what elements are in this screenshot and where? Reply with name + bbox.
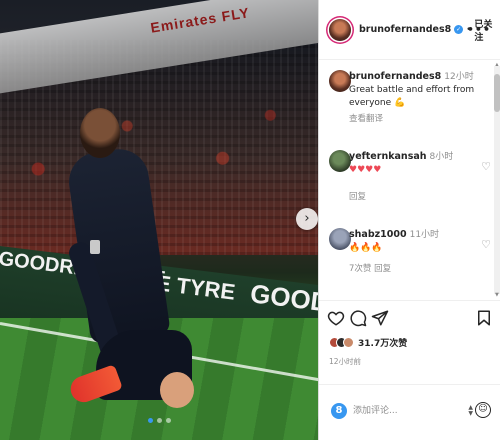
- post-actions: [319, 300, 500, 334]
- player-knee: [160, 372, 194, 408]
- heart-icon[interactable]: ♡: [481, 238, 491, 251]
- comments-scrollbar[interactable]: [494, 66, 500, 294]
- carousel-indicator: [148, 418, 171, 423]
- avatar: [343, 337, 354, 348]
- heart-icon[interactable]: ♡: [481, 160, 491, 173]
- comment-time: 11小时: [409, 230, 440, 240]
- verified-badge-icon: ✓: [454, 25, 464, 34]
- likes-count[interactable]: 31.7万次赞: [358, 336, 407, 349]
- comment-time: 12小时: [444, 72, 474, 82]
- comment-username[interactable]: shabz1000: [349, 229, 407, 240]
- comment-username[interactable]: brunofernandes8: [349, 71, 441, 82]
- post-timestamp: 12小时前: [329, 357, 362, 366]
- comment-time: 8小时: [429, 152, 454, 162]
- scrollbar-thumb[interactable]: [494, 74, 500, 112]
- avatar[interactable]: [329, 150, 351, 172]
- post-header: brunofernandes8 ✓ • 已关注 •••: [319, 0, 500, 60]
- scroll-down-icon[interactable]: ▼: [495, 292, 499, 298]
- likes-summary[interactable]: 31.7万次赞: [329, 336, 407, 349]
- comment-username[interactable]: yefternkansah: [349, 151, 427, 162]
- emoji-icon[interactable]: ☺: [475, 402, 491, 418]
- carousel-dot: [166, 418, 171, 423]
- bookmark-icon[interactable]: [475, 309, 493, 327]
- avatar[interactable]: [329, 18, 351, 41]
- reply-link[interactable]: 7次赞 回复: [349, 263, 477, 276]
- heart-icon[interactable]: [327, 309, 345, 327]
- sticker-icon[interactable]: 8: [331, 403, 347, 419]
- reply-link[interactable]: 回复: [349, 191, 477, 204]
- add-comment-bar: 8 ▲▼ ☺: [319, 384, 500, 440]
- more-horizontal-icon[interactable]: •••: [467, 23, 491, 36]
- translate-link[interactable]: 查看翻译: [349, 113, 477, 126]
- post-photo[interactable]: Emirates FLY GOODRIDE TYRE DE TYRE GOODR…: [0, 0, 318, 440]
- carousel-dot: [148, 418, 153, 423]
- comment-text: Great battle and effort from everyone 💪: [349, 85, 475, 108]
- carousel-dot: [157, 418, 162, 423]
- header-username[interactable]: brunofernandes8: [359, 24, 451, 35]
- avatar[interactable]: [329, 228, 351, 250]
- avatar[interactable]: [329, 70, 351, 92]
- comment-text: ♥♥♥♥: [349, 165, 382, 175]
- comment-text: 🔥🔥🔥: [349, 243, 383, 253]
- comment-icon[interactable]: [349, 309, 367, 327]
- shirt-badge: [90, 240, 100, 254]
- comments-list: brunofernandes8 12小时 Great battle and eff…: [319, 60, 493, 298]
- player-head: [80, 108, 120, 158]
- post-sidebar: brunofernandes8 ✓ • 已关注 ••• brunofernand…: [318, 0, 500, 440]
- chevron-right-icon[interactable]: ›: [296, 208, 318, 230]
- resize-handle-icon[interactable]: ▲ ▼: [468, 405, 473, 417]
- comment-input[interactable]: [353, 402, 463, 420]
- share-icon[interactable]: [371, 309, 389, 327]
